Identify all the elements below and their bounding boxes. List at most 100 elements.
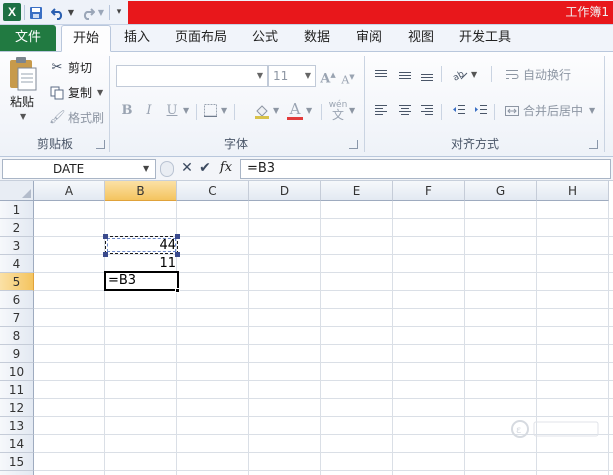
orientation-dropdown-icon[interactable]: ▼ xyxy=(471,66,477,84)
row-header-14[interactable]: 14 xyxy=(0,435,34,453)
bold-button[interactable]: B xyxy=(119,102,135,120)
paste-dropdown-icon[interactable]: ▼ xyxy=(20,112,26,121)
gridline-horizontal xyxy=(34,470,613,471)
undo-dropdown-icon[interactable]: ▼ xyxy=(66,3,76,22)
merge-dropdown-icon[interactable]: ▼ xyxy=(589,102,595,120)
row-header-9[interactable]: 9 xyxy=(0,345,34,363)
phonetic-dropdown-icon[interactable]: ▼ xyxy=(349,102,355,120)
wrap-text-button[interactable]: 自动换行 xyxy=(523,66,571,84)
merge-center-icon[interactable] xyxy=(504,102,520,124)
copy-icon[interactable] xyxy=(49,84,65,106)
fill-color-icon[interactable] xyxy=(253,102,271,125)
row-header-10[interactable]: 10 xyxy=(0,363,34,381)
row-header-4[interactable]: 4 xyxy=(0,255,34,273)
tab-review[interactable]: 审阅 xyxy=(346,25,392,52)
wrap-text-icon[interactable] xyxy=(504,66,520,88)
font-size-combo[interactable]: 11 ▼ xyxy=(268,65,316,87)
underline-button[interactable]: U xyxy=(164,102,180,120)
align-left-icon[interactable] xyxy=(374,104,388,119)
row-header-1[interactable]: 1 xyxy=(0,201,34,219)
column-header-b[interactable]: B xyxy=(105,181,177,201)
tab-formulas[interactable]: 公式 xyxy=(242,25,288,52)
redo-dropdown-icon[interactable]: ▼ xyxy=(96,3,106,22)
column-header-h[interactable]: H xyxy=(537,181,609,201)
alignment-launcher-icon[interactable] xyxy=(589,140,598,149)
copy-dropdown-icon[interactable]: ▼ xyxy=(97,84,103,102)
row-header-7[interactable]: 7 xyxy=(0,309,34,327)
group-separator xyxy=(109,56,110,152)
merge-center-button[interactable]: 合并后居中 xyxy=(523,102,583,120)
active-cell-editor[interactable]: =B3 xyxy=(104,271,179,291)
row-header-3[interactable]: 3 xyxy=(0,237,34,255)
row-header-11[interactable]: 11 xyxy=(0,381,34,399)
row-header-5[interactable]: 5 xyxy=(0,273,34,291)
excel-app-icon[interactable]: X xyxy=(3,3,21,21)
column-header-e[interactable]: E xyxy=(321,181,393,201)
column-header-d[interactable]: D xyxy=(249,181,321,201)
row-header-15[interactable]: 15 xyxy=(0,453,34,471)
row-header-2[interactable]: 2 xyxy=(0,219,34,237)
shrink-font-icon[interactable]: A▼ xyxy=(340,68,356,90)
align-top-icon[interactable] xyxy=(374,69,388,84)
fill-handle[interactable] xyxy=(175,288,180,293)
paste-button[interactable]: 粘贴 xyxy=(10,93,34,111)
redo-icon[interactable] xyxy=(79,3,97,22)
copy-button[interactable]: 复制 xyxy=(68,84,92,102)
chevron-down-icon[interactable]: ▼ xyxy=(143,160,153,178)
row-header-16[interactable]: 16 xyxy=(0,471,34,475)
scissors-icon[interactable]: ✂ xyxy=(49,59,65,77)
ribbon: 粘贴 ▼ ✂ 剪切 复制 ▼ 🖌 格式刷 剪贴板 ▼ 11 ▼ A▲ A▼ B … xyxy=(0,52,613,157)
orientation-icon[interactable]: ab xyxy=(451,66,469,85)
font-color-icon[interactable]: A xyxy=(287,101,303,120)
format-painter-icon[interactable]: 🖌 xyxy=(49,109,66,127)
increase-indent-icon[interactable] xyxy=(474,104,488,119)
undo-icon[interactable] xyxy=(49,3,67,22)
align-center-icon[interactable] xyxy=(398,104,412,119)
row-header-12[interactable]: 12 xyxy=(0,399,34,417)
cancel-icon[interactable]: ✕ xyxy=(180,159,194,177)
tab-developer[interactable]: 开发工具 xyxy=(450,25,520,52)
select-all-button[interactable] xyxy=(0,181,34,201)
tab-home[interactable]: 开始 xyxy=(61,25,111,52)
align-right-icon[interactable] xyxy=(420,104,434,119)
insert-function-icon[interactable]: fx xyxy=(217,159,235,177)
align-separator xyxy=(491,66,492,82)
tab-data[interactable]: 数据 xyxy=(294,25,340,52)
borders-dropdown-icon[interactable]: ▼ xyxy=(221,102,227,120)
column-header-g[interactable]: G xyxy=(465,181,537,201)
underline-dropdown-icon[interactable]: ▼ xyxy=(183,102,189,120)
format-painter-button[interactable]: 格式刷 xyxy=(68,109,104,127)
tab-page-layout[interactable]: 页面布局 xyxy=(166,25,236,52)
cut-button[interactable]: 剪切 xyxy=(68,59,92,77)
fill-color-dropdown-icon[interactable]: ▼ xyxy=(273,102,279,120)
font-name-combo[interactable]: ▼ xyxy=(116,65,268,87)
row-header-6[interactable]: 6 xyxy=(0,291,34,309)
row-header-8[interactable]: 8 xyxy=(0,327,34,345)
gridline-horizontal xyxy=(34,398,613,399)
paste-icon[interactable] xyxy=(6,56,42,96)
column-header-a[interactable]: A xyxy=(34,181,105,201)
align-bottom-icon[interactable] xyxy=(420,69,434,84)
customize-qat-icon[interactable]: ▾ xyxy=(114,3,124,22)
italic-button[interactable]: I xyxy=(141,102,157,120)
grow-font-icon[interactable]: A▲ xyxy=(320,66,336,88)
clipboard-launcher-icon[interactable] xyxy=(96,140,105,149)
save-icon[interactable] xyxy=(27,3,45,22)
align-middle-icon[interactable] xyxy=(398,69,412,84)
gridline-horizontal xyxy=(34,380,613,381)
row-header-13[interactable]: 13 xyxy=(0,417,34,435)
formula-input[interactable]: =B3 xyxy=(240,159,611,179)
font-color-dropdown-icon[interactable]: ▼ xyxy=(306,102,312,120)
column-header-c[interactable]: C xyxy=(177,181,249,201)
font-launcher-icon[interactable] xyxy=(349,140,358,149)
column-header-f[interactable]: F xyxy=(393,181,465,201)
formula-bar-grip[interactable] xyxy=(160,161,174,177)
phonetic-guide-icon[interactable]: wén 文 xyxy=(328,100,348,122)
borders-icon[interactable] xyxy=(202,102,218,123)
decrease-indent-icon[interactable] xyxy=(452,104,466,119)
name-box[interactable]: DATE ▼ xyxy=(2,159,156,179)
tab-insert[interactable]: 插入 xyxy=(114,25,160,52)
tab-view[interactable]: 视图 xyxy=(398,25,444,52)
enter-icon[interactable]: ✔ xyxy=(198,159,212,177)
tab-file[interactable]: 文件 xyxy=(0,25,56,51)
